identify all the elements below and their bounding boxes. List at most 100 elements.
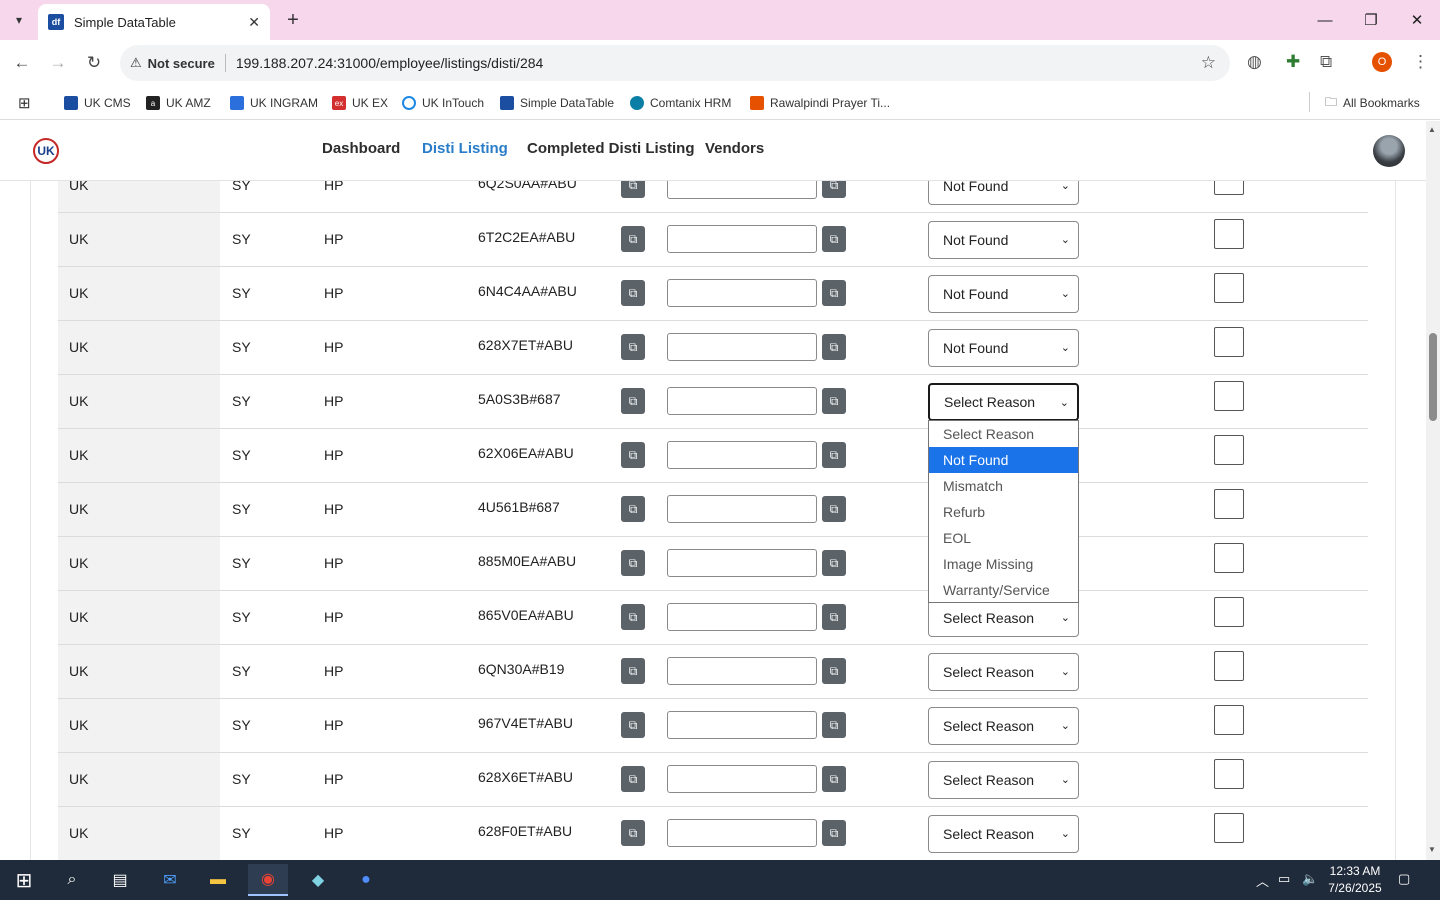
copy-sku-button[interactable]: ⧉: [621, 181, 645, 198]
reason-select[interactable]: Not Found ⌄: [928, 181, 1079, 205]
reason-select[interactable]: Not Found ⌄: [928, 329, 1079, 367]
copy-input-button[interactable]: ⧉: [822, 442, 846, 468]
copy-sku-button[interactable]: ⧉: [621, 280, 645, 306]
copy-sku-button[interactable]: ⧉: [621, 604, 645, 630]
extensions-icon[interactable]: ⧉: [1320, 52, 1332, 72]
notifications-icon[interactable]: ▢: [1398, 871, 1410, 887]
tab-search-button[interactable]: ▾: [4, 6, 34, 34]
browser-tab[interactable]: df Simple DataTable ✕: [38, 4, 270, 40]
address-bar[interactable]: ⚠ Not secure 199.188.207.24:31000/employ…: [120, 45, 1230, 81]
copy-sku-button[interactable]: ⧉: [621, 658, 645, 684]
bookmark-uk-cms[interactable]: UK CMS: [64, 92, 131, 114]
copy-sku-button[interactable]: ⧉: [621, 442, 645, 468]
nav-completed-disti-listing[interactable]: Completed Disti Listing: [527, 140, 695, 157]
maximize-icon[interactable]: ❐: [1348, 0, 1394, 40]
row-checkbox[interactable]: [1214, 813, 1244, 843]
reason-select[interactable]: Select Reason ⌄: [928, 761, 1079, 799]
copy-input-button[interactable]: ⧉: [822, 766, 846, 792]
apps-grid-icon[interactable]: ⊞: [18, 92, 31, 114]
dropdown-option[interactable]: Refurb: [929, 499, 1078, 525]
row-checkbox[interactable]: [1214, 651, 1244, 681]
scroll-up-icon[interactable]: ▲: [1428, 125, 1436, 134]
dropdown-option[interactable]: Image Missing: [929, 551, 1078, 577]
bookmark-uk-intouch[interactable]: UK InTouch: [402, 92, 484, 114]
row-checkbox[interactable]: [1214, 327, 1244, 357]
copy-sku-button[interactable]: ⧉: [621, 550, 645, 576]
row-checkbox[interactable]: [1214, 273, 1244, 303]
row-checkbox[interactable]: [1214, 705, 1244, 735]
copy-sku-button[interactable]: ⧉: [621, 226, 645, 252]
listing-input[interactable]: [667, 765, 817, 793]
dropdown-option[interactable]: Warranty/Service: [929, 577, 1078, 603]
user-avatar[interactable]: [1373, 135, 1405, 167]
page-scrollbar[interactable]: ▲ ▼: [1426, 121, 1440, 860]
nav-dashboard[interactable]: Dashboard: [322, 140, 400, 157]
reason-select[interactable]: Select Reason ⌄: [928, 815, 1079, 853]
extension-puzzle-green-icon[interactable]: ✚: [1286, 52, 1300, 72]
listing-input[interactable]: [667, 279, 817, 307]
row-checkbox[interactable]: [1214, 759, 1244, 789]
listing-input[interactable]: [667, 181, 817, 199]
tray-chevron-icon[interactable]: ︿: [1256, 871, 1269, 890]
copy-input-button[interactable]: ⧉: [822, 658, 846, 684]
copy-sku-button[interactable]: ⧉: [621, 496, 645, 522]
row-checkbox[interactable]: [1214, 435, 1244, 465]
listing-input[interactable]: [667, 549, 817, 577]
translate-icon[interactable]: ◍: [1247, 52, 1262, 72]
minimize-icon[interactable]: —: [1302, 0, 1348, 40]
reason-select[interactable]: Select Reason ⌄: [928, 383, 1079, 421]
row-checkbox[interactable]: [1214, 489, 1244, 519]
copy-input-button[interactable]: ⧉: [822, 550, 846, 576]
listing-input[interactable]: [667, 657, 817, 685]
reason-select[interactable]: Not Found ⌄: [928, 275, 1079, 313]
dropdown-option[interactable]: Not Found: [929, 447, 1078, 473]
copy-sku-button[interactable]: ⧉: [621, 712, 645, 738]
reason-select[interactable]: Select Reason ⌄: [928, 653, 1079, 691]
forward-arrow-icon[interactable]: →: [44, 49, 72, 77]
chrome-icon[interactable]: ◉: [248, 864, 288, 896]
app-diamond-icon[interactable]: ◆: [298, 864, 338, 896]
nav-disti-listing[interactable]: Disti Listing: [422, 140, 508, 157]
back-arrow-icon[interactable]: ←: [8, 49, 36, 77]
row-checkbox[interactable]: [1214, 181, 1244, 195]
copy-input-button[interactable]: ⧉: [822, 712, 846, 738]
bookmark-simple-datatable[interactable]: Simple DataTable: [500, 92, 614, 114]
bookmark-uk-ingram[interactable]: UK INGRAM: [230, 92, 318, 114]
listing-input[interactable]: [667, 333, 817, 361]
copy-input-button[interactable]: ⧉: [822, 181, 846, 198]
network-icon[interactable]: ▭: [1278, 871, 1290, 887]
dropdown-option[interactable]: Select Reason: [929, 421, 1078, 447]
row-checkbox[interactable]: [1214, 219, 1244, 249]
reason-dropdown-list[interactable]: Select Reason Not Found Mismatch Refurb …: [928, 420, 1079, 603]
bookmark-uk-ex[interactable]: ex UK EX: [332, 92, 388, 114]
reason-select[interactable]: Select Reason ⌄: [928, 599, 1079, 637]
window-close-icon[interactable]: ✕: [1394, 0, 1440, 40]
bookmark-uk-amz[interactable]: a UK AMZ: [146, 92, 211, 114]
bookmark-star-icon[interactable]: ☆: [1201, 53, 1216, 73]
url-text[interactable]: 199.188.207.24:31000/employee/listings/d…: [236, 55, 543, 71]
copy-sku-button[interactable]: ⧉: [621, 766, 645, 792]
new-tab-button[interactable]: +: [280, 7, 306, 33]
copy-input-button[interactable]: ⧉: [822, 334, 846, 360]
windows-start-icon[interactable]: ⊞: [4, 864, 44, 896]
dropdown-option[interactable]: Mismatch: [929, 473, 1078, 499]
task-view-icon[interactable]: ▤: [100, 864, 140, 896]
bookmark-rawalpindi-prayer[interactable]: Rawalpindi Prayer Ti...: [750, 92, 890, 114]
reason-select[interactable]: Select Reason ⌄: [928, 707, 1079, 745]
listing-input[interactable]: [667, 387, 817, 415]
zoom-icon[interactable]: ●: [346, 864, 386, 896]
row-checkbox[interactable]: [1214, 381, 1244, 411]
volume-icon[interactable]: 🔈: [1302, 871, 1318, 887]
listing-input[interactable]: [667, 225, 817, 253]
scroll-down-icon[interactable]: ▼: [1428, 845, 1436, 854]
copy-sku-button[interactable]: ⧉: [621, 820, 645, 846]
listing-input[interactable]: [667, 603, 817, 631]
file-explorer-icon[interactable]: ▬: [198, 864, 238, 896]
scroll-thumb[interactable]: [1429, 333, 1437, 421]
all-bookmarks[interactable]: 🗀 All Bookmarks: [1325, 92, 1420, 114]
security-label[interactable]: Not secure: [148, 56, 215, 71]
copy-sku-button[interactable]: ⧉: [621, 388, 645, 414]
copy-input-button[interactable]: ⧉: [822, 388, 846, 414]
listing-input[interactable]: [667, 441, 817, 469]
row-checkbox[interactable]: [1214, 543, 1244, 573]
